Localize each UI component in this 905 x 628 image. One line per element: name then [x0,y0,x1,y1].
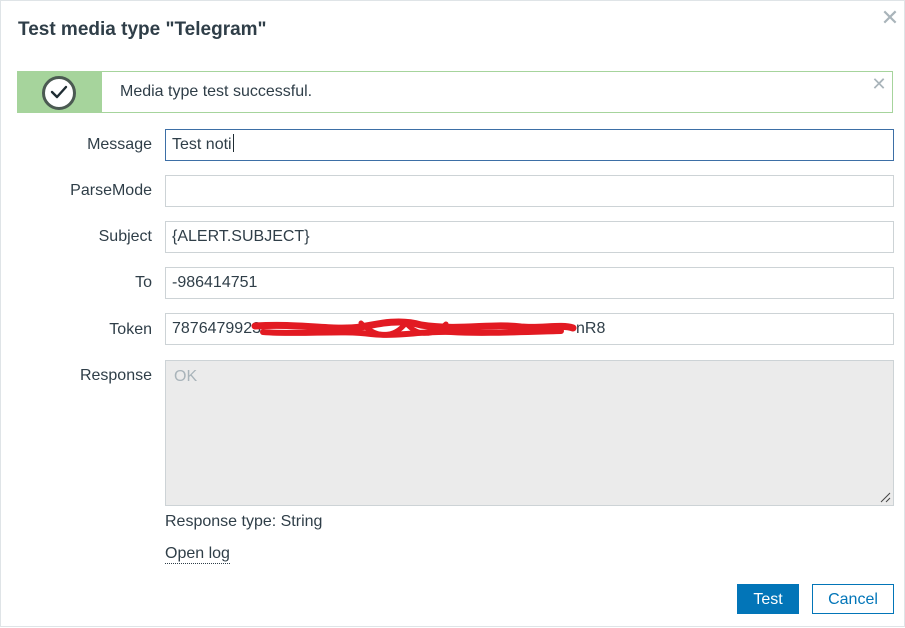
token-value-end: nR8 [575,320,606,337]
message-input[interactable]: Test noti [165,129,894,161]
dialog-title: Test media type "Telegram" [18,19,267,40]
test-button[interactable]: Test [737,584,799,614]
resize-grip-icon[interactable] [879,491,891,503]
check-circle-icon [42,76,76,110]
message-label: Message [87,136,152,153]
parsemode-input[interactable] [165,175,894,207]
to-input[interactable]: -986414751 [165,267,894,299]
text-caret [232,134,234,152]
open-log-link[interactable]: Open log [165,545,230,564]
parsemode-label: ParseMode [70,182,152,199]
token-value-start: 7876479923 [172,320,261,337]
to-label: To [135,274,152,291]
token-label: Token [109,321,152,338]
cancel-button[interactable]: Cancel [812,584,894,614]
success-message-box: Media type test successful. ✕ [17,71,893,113]
response-type-text: Response type: String [165,513,323,530]
success-icon-area [18,72,102,112]
response-label: Response [79,367,152,384]
response-textarea[interactable]: OK [165,360,894,506]
message-close-icon[interactable]: ✕ [870,75,888,93]
test-media-type-dialog: Test media type "Telegram" ✕ Media type … [0,0,905,627]
subject-input[interactable]: {ALERT.SUBJECT} [165,221,894,253]
close-icon[interactable]: ✕ [879,7,901,29]
success-message-text: Media type test successful. [120,83,313,100]
subject-label: Subject [98,228,152,245]
response-value: OK [174,368,198,385]
token-input[interactable]: 7876479923 nR8 [165,313,894,345]
message-value: Test noti [172,136,232,153]
